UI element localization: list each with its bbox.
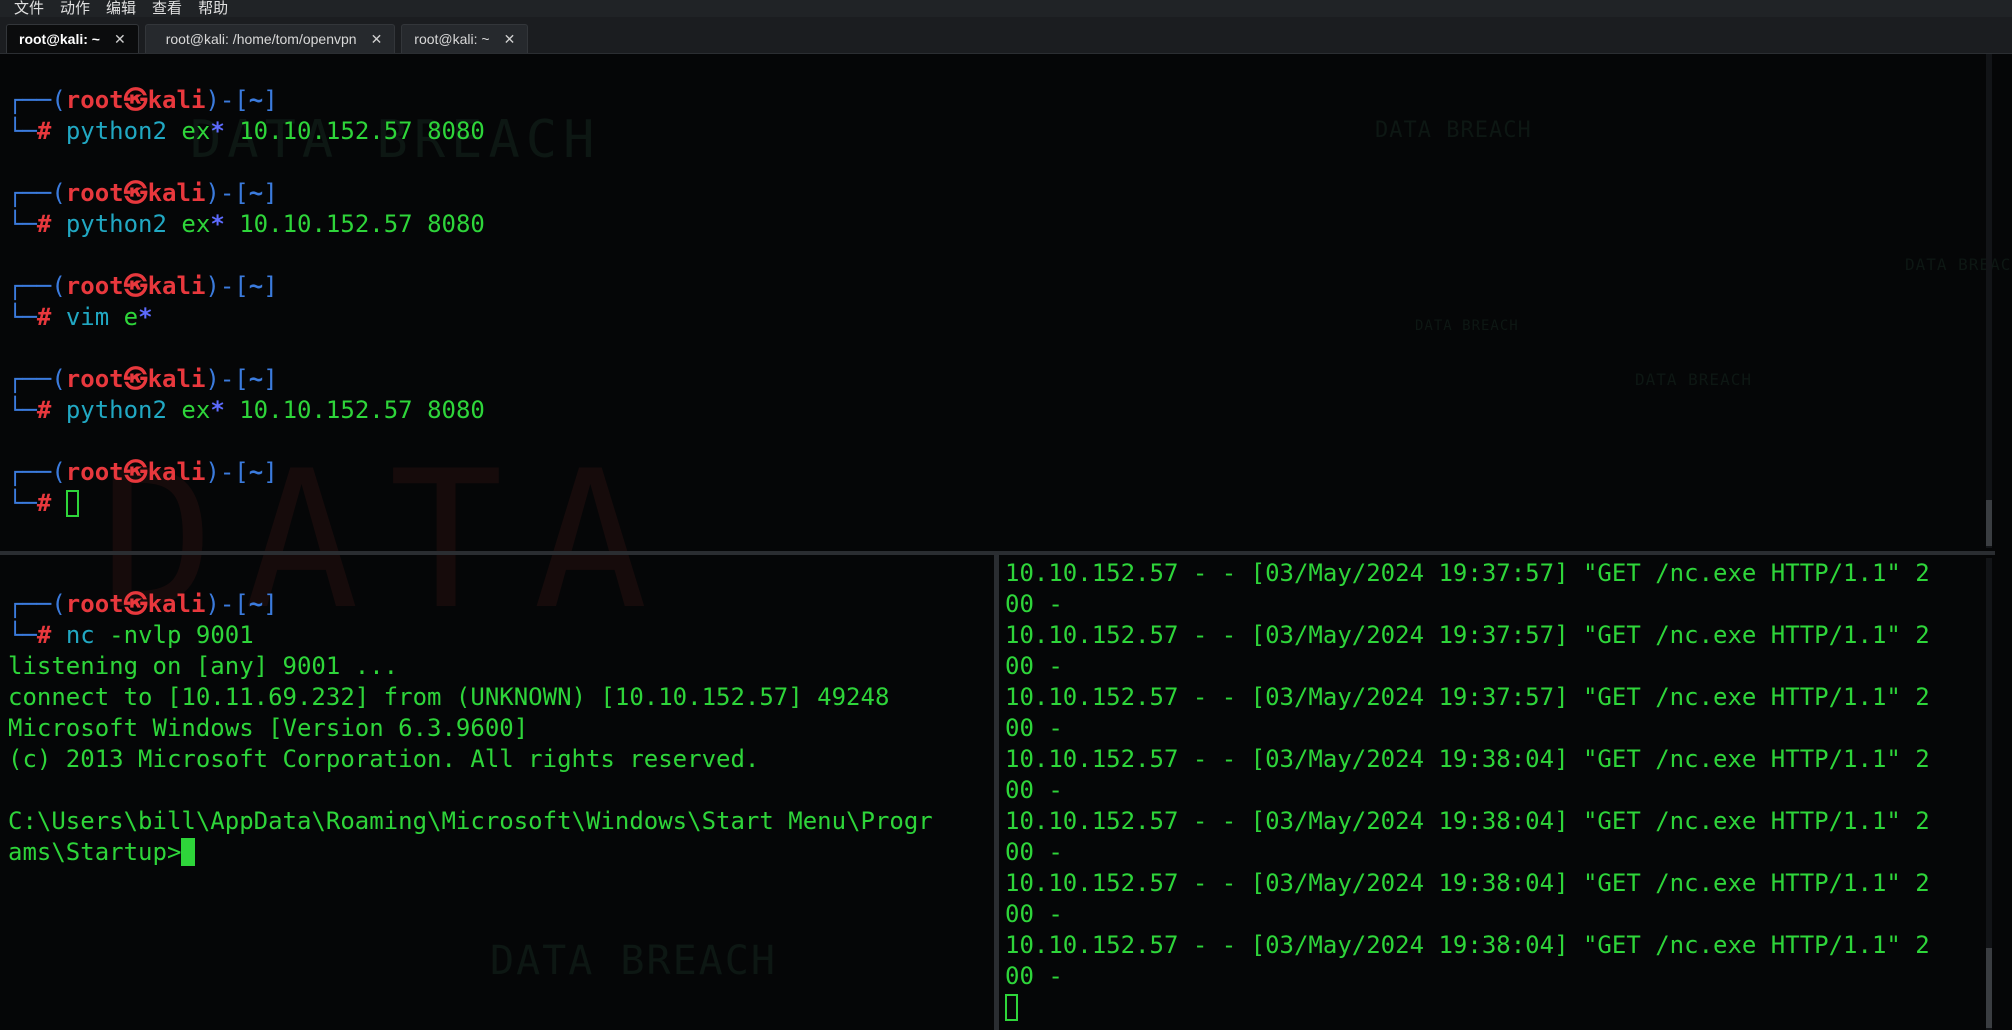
log-line: 10.10.152.57 - - [03/May/2024 19:38:04] … xyxy=(1005,869,1930,897)
output-line: listening on [any] 9001 ... xyxy=(8,652,399,680)
text-cursor xyxy=(1005,994,1018,1021)
prompt-line: ┌──(root㉿kali)-[~] xyxy=(8,365,278,393)
output-line: (c) 2013 Microsoft Corporation. All righ… xyxy=(8,745,760,773)
tab-bar: root@kali: ~ ✕ root@kali: /home/tom/open… xyxy=(0,17,2012,54)
tab-label: root@kali: /home/tom/openvpn xyxy=(165,31,357,47)
log-line: 10.10.152.57 - - [03/May/2024 19:38:04] … xyxy=(1005,807,1930,835)
tab-label: root@kali: ~ xyxy=(414,31,490,47)
log-line: 10.10.152.57 - - [03/May/2024 19:38:04] … xyxy=(1005,745,1930,773)
menubar: 文件 动作 编辑 查看 帮助 xyxy=(0,0,2012,17)
skull-icon: ㉿ xyxy=(123,458,148,486)
tab-label: root@kali: ~ xyxy=(19,31,100,47)
prompt-line: ┌──(root㉿kali)-[~] xyxy=(8,179,278,207)
scrollbar-top[interactable] xyxy=(1986,54,1992,548)
command-line: └─# python2 ex* 10.10.152.57 8080 xyxy=(8,210,485,238)
pane-divider-vertical[interactable] xyxy=(994,555,999,1030)
skull-icon: ㉿ xyxy=(123,365,148,393)
history-entry: ┌──(root㉿kali)-[~] └─# vim e* xyxy=(8,271,1988,333)
log-line: 00 - xyxy=(1005,590,1063,618)
menu-edit[interactable]: 编辑 xyxy=(98,0,144,17)
tab-root-home-2[interactable]: root@kali: ~ ✕ xyxy=(401,24,529,53)
close-icon[interactable]: ✕ xyxy=(114,31,126,48)
scrollbar-bottom-right[interactable] xyxy=(1986,558,1992,1030)
log-line: 10.10.152.57 - - [03/May/2024 19:38:04] … xyxy=(1005,931,1930,959)
log-line: 00 - xyxy=(1005,652,1063,680)
log-line: 00 - xyxy=(1005,962,1063,990)
current-prompt: ┌──(root㉿kali)-[~] └─# xyxy=(8,457,1988,519)
menu-file[interactable]: 文件 xyxy=(0,0,52,17)
scrollbar-thumb[interactable] xyxy=(1986,948,1992,1028)
command-line[interactable]: └─# xyxy=(8,488,1988,519)
skull-icon: ㉿ xyxy=(123,590,148,618)
close-icon[interactable]: ✕ xyxy=(504,31,516,48)
log-line: 00 - xyxy=(1005,838,1063,866)
command-line: └─# nc -nvlp 9001 xyxy=(8,621,254,649)
output-line: connect to [10.11.69.232] from (UNKNOWN)… xyxy=(8,683,890,711)
skull-icon: ㉿ xyxy=(123,272,148,300)
menu-help[interactable]: 帮助 xyxy=(190,0,236,17)
log-line: 10.10.152.57 - - [03/May/2024 19:37:57] … xyxy=(1005,683,1930,711)
prompt-line: ┌──(root㉿kali)-[~] xyxy=(8,86,278,114)
skull-icon: ㉿ xyxy=(123,179,148,207)
close-icon[interactable]: ✕ xyxy=(371,31,383,48)
text-cursor xyxy=(181,838,196,866)
menu-actions[interactable]: 动作 xyxy=(52,0,98,17)
output-line: Microsoft Windows [Version 6.3.9600] xyxy=(8,714,529,742)
terminal-window: DATA BREACH DATA BREACH DATA BREACH DATA… xyxy=(0,0,2012,1030)
terminal-pane-bottom-left[interactable]: ┌──(root㉿kali)-[~] └─# nc -nvlp 9001 lis… xyxy=(8,558,993,1030)
prompt-line: ┌──(root㉿kali)-[~] xyxy=(8,458,278,486)
history-entry: ┌──(root㉿kali)-[~] └─# python2 ex* 10.10… xyxy=(8,85,1988,147)
terminal-pane-top[interactable]: ┌──(root㉿kali)-[~] └─# python2 ex* 10.10… xyxy=(8,54,1988,548)
history-entry: ┌──(root㉿kali)-[~] └─# python2 ex* 10.10… xyxy=(8,178,1988,240)
history-entry: ┌──(root㉿kali)-[~] └─# python2 ex* 10.10… xyxy=(8,364,1988,426)
text-cursor xyxy=(65,490,79,517)
terminal-pane-bottom-right[interactable]: 10.10.152.57 - - [03/May/2024 19:37:57] … xyxy=(1005,558,1990,1030)
log-line: 00 - xyxy=(1005,900,1063,928)
command-line: └─# python2 ex* 10.10.152.57 8080 xyxy=(8,117,485,145)
scrollbar-thumb[interactable] xyxy=(1986,500,1992,546)
tab-openvpn[interactable]: root@kali: /home/tom/openvpn ✕ xyxy=(144,24,396,53)
log-line: 00 - xyxy=(1005,776,1063,804)
output-line: C:\Users\bill\AppData\Roaming\Microsoft\… xyxy=(8,807,933,835)
log-line: 10.10.152.57 - - [03/May/2024 19:37:57] … xyxy=(1005,621,1930,649)
skull-icon: ㉿ xyxy=(123,86,148,114)
log-line: 00 - xyxy=(1005,714,1063,742)
menu-view[interactable]: 查看 xyxy=(144,0,190,17)
prompt-line: ┌──(root㉿kali)-[~] xyxy=(8,272,278,300)
tab-root-home[interactable]: root@kali: ~ ✕ xyxy=(6,24,139,53)
log-line: 10.10.152.57 - - [03/May/2024 19:37:57] … xyxy=(1005,559,1930,587)
command-line: └─# python2 ex* 10.10.152.57 8080 xyxy=(8,396,485,424)
prompt-line: ┌──(root㉿kali)-[~] xyxy=(8,590,278,618)
output-line[interactable]: ams\Startup> xyxy=(8,837,993,868)
input-line[interactable] xyxy=(1005,992,1990,1023)
command-line: └─# vim e* xyxy=(8,303,153,331)
